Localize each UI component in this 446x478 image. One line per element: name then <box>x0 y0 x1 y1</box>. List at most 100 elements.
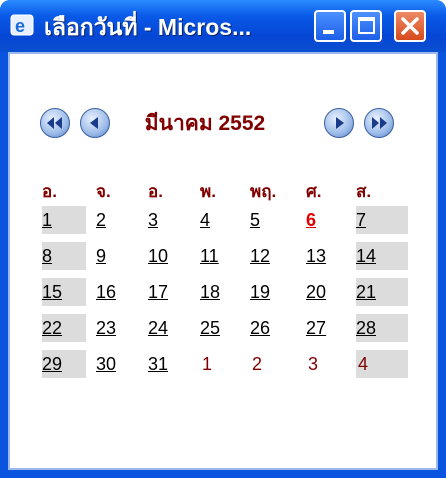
day-number: 20 <box>306 282 327 302</box>
day-link[interactable]: 17 <box>148 282 168 302</box>
day-number: 29 <box>42 354 63 374</box>
day-link[interactable]: 25 <box>200 318 220 338</box>
day-number: 14 <box>356 246 377 266</box>
day-cell: 6 <box>306 206 348 234</box>
day-cell: 19 <box>250 278 298 306</box>
day-cell: 10 <box>148 242 192 270</box>
day-link[interactable]: 22 <box>42 318 62 338</box>
day-cell: 17 <box>148 278 192 306</box>
day-number: 16 <box>96 282 117 302</box>
svg-text:e: e <box>15 16 25 36</box>
day-cell: 13 <box>306 242 348 270</box>
day-number: 15 <box>42 282 63 302</box>
day-number: 7 <box>356 210 367 230</box>
close-button[interactable] <box>394 10 426 42</box>
day-link[interactable]: 16 <box>96 282 116 302</box>
next-month-day: 2 <box>252 354 263 374</box>
rewind-icon <box>47 117 62 129</box>
day-number: 5 <box>250 210 261 230</box>
day-number: 18 <box>200 282 221 302</box>
day-link[interactable]: 3 <box>148 210 158 230</box>
day-cell: 22 <box>42 314 86 342</box>
day-cell: 14 <box>356 242 408 270</box>
day-cell: 28 <box>356 314 408 342</box>
day-link[interactable]: 20 <box>306 282 326 302</box>
day-number: 25 <box>200 318 221 338</box>
day-number: 28 <box>356 318 377 338</box>
next-month-day: 3 <box>308 354 319 374</box>
day-cell: 31 <box>148 350 192 378</box>
weekday-label: ศ. <box>306 182 322 201</box>
day-link[interactable]: 23 <box>96 318 116 338</box>
day-link[interactable]: 4 <box>200 210 210 230</box>
day-link[interactable]: 2 <box>96 210 106 230</box>
day-number: 2 <box>96 210 107 230</box>
day-link[interactable]: 1 <box>42 210 52 230</box>
day-link[interactable]: 29 <box>42 354 62 374</box>
day-link[interactable]: 31 <box>148 354 168 374</box>
day-link[interactable]: 30 <box>96 354 116 374</box>
day-link[interactable]: 12 <box>250 246 270 266</box>
minimize-button[interactable] <box>314 10 346 42</box>
internet-explorer-icon: e <box>10 14 34 36</box>
maximize-button[interactable] <box>350 10 382 42</box>
day-link[interactable]: 14 <box>356 246 376 266</box>
day-link[interactable]: 11 <box>200 246 219 266</box>
day-link[interactable]: 24 <box>148 318 168 338</box>
month-year-label: มีนาคม 2552 <box>144 112 266 135</box>
day-link[interactable]: 15 <box>42 282 62 302</box>
day-cell: 24 <box>148 314 192 342</box>
next-month-button[interactable] <box>324 108 354 138</box>
app-window: e เลือกวันที่ - Micros... มีนาคม 2552 อ.… <box>0 0 446 478</box>
day-cell: 4 <box>200 206 244 234</box>
day-cell: 12 <box>250 242 298 270</box>
weekday-label: พ. <box>200 182 216 201</box>
day-cell: 20 <box>306 278 348 306</box>
minimize-icon <box>323 30 334 34</box>
day-link[interactable]: 5 <box>250 210 260 230</box>
day-link[interactable]: 27 <box>306 318 326 338</box>
day-number: 1 <box>42 210 53 230</box>
day-number: 21 <box>356 282 377 302</box>
day-number: 27 <box>306 318 327 338</box>
back-icon <box>90 117 98 129</box>
day-cell: 30 <box>96 350 140 378</box>
day-link[interactable]: 8 <box>42 246 52 266</box>
next-month-day: 4 <box>358 354 369 374</box>
day-number: 13 <box>306 246 327 266</box>
title-bar[interactable]: e เลือกวันที่ - Micros... <box>0 0 446 52</box>
day-cell: 16 <box>96 278 140 306</box>
previous-month-button[interactable] <box>80 108 110 138</box>
day-number: 11 <box>200 246 219 266</box>
day-cell: 9 <box>96 242 140 270</box>
day-number: 3 <box>148 210 159 230</box>
today-link[interactable]: 6 <box>306 210 316 230</box>
day-cell: 23 <box>96 314 140 342</box>
day-link[interactable]: 19 <box>250 282 270 302</box>
weekday-label: พฤ. <box>250 182 277 201</box>
day-number: 9 <box>96 246 107 266</box>
day-link[interactable]: 21 <box>356 282 376 302</box>
previous-year-button[interactable] <box>40 108 70 138</box>
day-number: 8 <box>42 246 53 266</box>
day-link[interactable]: 26 <box>250 318 270 338</box>
next-year-button[interactable] <box>364 108 394 138</box>
day-link[interactable]: 10 <box>148 246 168 266</box>
day-number: 12 <box>250 246 271 266</box>
next-month-day: 1 <box>202 354 213 374</box>
day-number: 22 <box>42 318 63 338</box>
day-cell: 21 <box>356 278 408 306</box>
day-cell: 5 <box>250 206 298 234</box>
weekday-label: ส. <box>356 182 372 201</box>
day-cell: 2 <box>96 206 140 234</box>
day-link[interactable]: 13 <box>306 246 326 266</box>
day-link[interactable]: 9 <box>96 246 106 266</box>
window-title: เลือกวันที่ - Micros... <box>44 14 252 40</box>
day-link[interactable]: 18 <box>200 282 220 302</box>
day-link[interactable]: 28 <box>356 318 376 338</box>
day-cell: 8 <box>42 242 86 270</box>
day-number: 24 <box>148 318 169 338</box>
day-cell: 15 <box>42 278 86 306</box>
day-link[interactable]: 7 <box>356 210 366 230</box>
close-icon <box>401 17 419 35</box>
